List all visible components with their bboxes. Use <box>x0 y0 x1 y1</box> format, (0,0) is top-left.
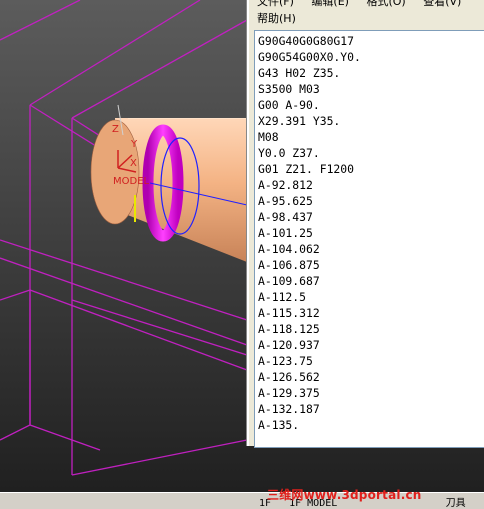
code-line: A-104.062 <box>258 242 320 256</box>
code-line: A-115.312 <box>258 306 320 320</box>
code-line: A-95.625 <box>258 194 313 208</box>
model-label: MODEL <box>113 176 150 187</box>
nc-code-editor[interactable]: G90G40G0G80G17 G90G54G00X0.Y0. G43 H02 Z35… <box>254 30 484 448</box>
nc-code-list: G90G40G0G80G17 G90G54G00X0.Y0. G43 H02 Z35… <box>255 31 484 433</box>
notepad-window: 文件(F) 编辑(E) 格式(O) 查看(V) 帮助(H) G90G40G0G8… <box>247 0 484 448</box>
code-line: X29.391 Y35. <box>258 114 341 128</box>
watermark-text: 三维网www.3dportal.cn <box>267 488 422 502</box>
menu-view[interactable]: 查看(V) <box>423 0 461 8</box>
axis-x-label: X <box>130 158 137 169</box>
menu-help[interactable]: 帮助(H) <box>257 12 296 25</box>
code-line: A-112.5 <box>258 290 307 304</box>
code-line: G01 Z21. F1200 <box>258 162 355 176</box>
code-line: A-118.125 <box>258 322 320 336</box>
menu-format[interactable]: 格式(O) <box>366 0 405 8</box>
code-line: G90G54G00X0.Y0. <box>258 50 361 64</box>
menu-edit[interactable]: 编辑(E) <box>311 0 349 8</box>
menu-bar: 文件(F) 编辑(E) 格式(O) 查看(V) <box>257 0 475 8</box>
code-line: A-126.562 <box>258 370 320 384</box>
code-line: A-109.687 <box>258 274 320 288</box>
menu-file[interactable]: 文件(F) <box>257 0 294 8</box>
code-line: A-120.937 <box>258 338 320 352</box>
code-line: A-106.875 <box>258 258 320 272</box>
code-line: A-101.25 <box>258 226 313 240</box>
code-line: A-98.437 <box>258 210 313 224</box>
code-line: A-129.375 <box>258 386 320 400</box>
code-line: G90G40G0G80G17 <box>258 34 355 48</box>
menu-bar-row2: 帮助(H) <box>257 10 296 26</box>
code-line: M08 <box>258 130 279 144</box>
axis-z-label: Z <box>112 124 119 135</box>
code-line: A-92.812 <box>258 178 313 192</box>
code-line: A-135. <box>258 418 300 432</box>
code-line: S3500 M03 <box>258 82 320 96</box>
code-line: G00 A-90. <box>258 98 320 112</box>
axis-y-label: Y <box>130 139 138 150</box>
code-line: Y0.0 Z37. <box>258 146 320 160</box>
code-line: A-132.187 <box>258 402 320 416</box>
code-line: A-123.75 <box>258 354 313 368</box>
code-line: G43 H02 Z35. <box>258 66 341 80</box>
